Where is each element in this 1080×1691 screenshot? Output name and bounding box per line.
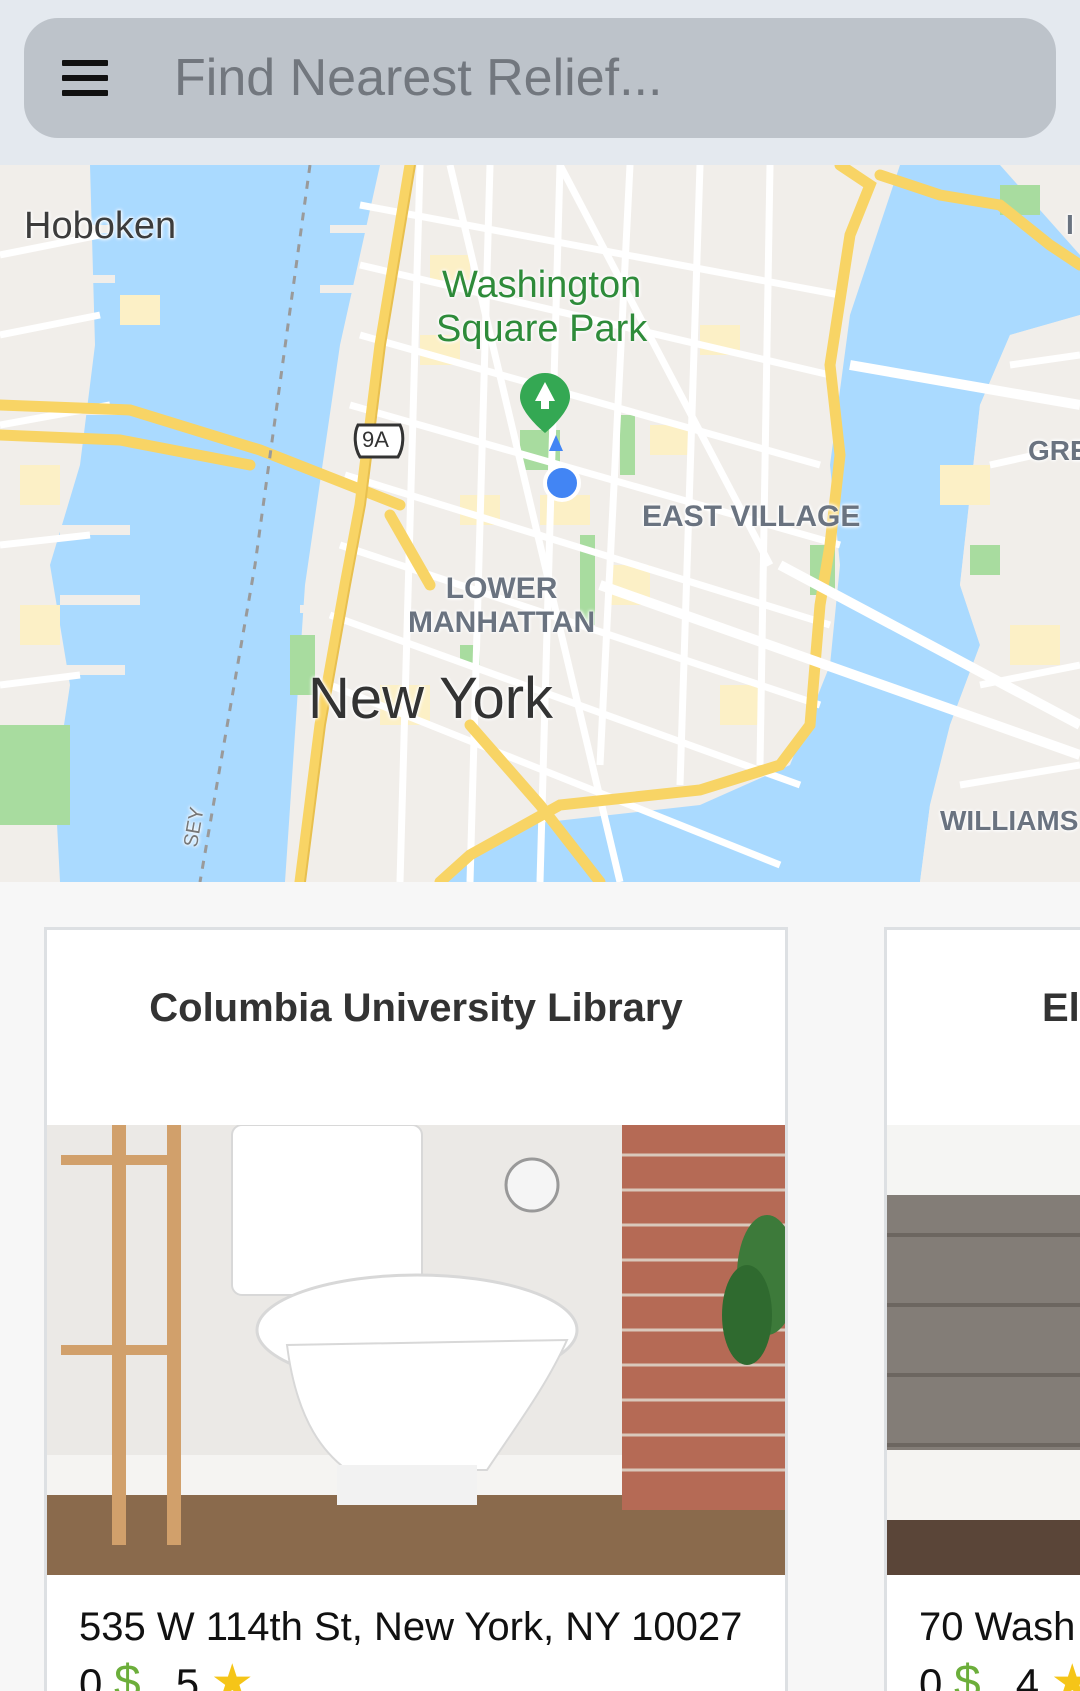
card-cost: 0: [79, 1660, 103, 1691]
map-label-new-york: New York: [308, 666, 554, 731]
card-cost: 0: [919, 1660, 943, 1691]
card-separator: ,: [992, 1660, 1005, 1691]
map-label-route: 9A: [362, 427, 389, 452]
map-label-lower-manhattan: LOWER MANHATTAN: [408, 572, 595, 640]
restroom-photo: [47, 1125, 785, 1575]
map-label-manhattan: MANHATTAN: [408, 606, 596, 639]
top-bar: [0, 0, 1080, 165]
dollar-icon: $: [114, 1656, 141, 1691]
dollar-icon: $: [954, 1656, 981, 1691]
map-label-park-line2: Square Park: [436, 308, 648, 350]
map-view[interactable]: Hoboken Washington Square Park 9A EAST V…: [0, 165, 1080, 882]
map-label-east-village: EAST VILLAGE: [642, 500, 861, 533]
card-title: Elı: [1042, 986, 1080, 1030]
card-title: Columbia University Library: [149, 986, 683, 1030]
result-card[interactable]: Columbia University Library 535 W 114th …: [44, 927, 788, 1691]
map-label-williamsburg: WILLIAMS: [940, 805, 1079, 836]
star-icon: ★: [1051, 1656, 1080, 1691]
card-separator: ,: [152, 1660, 165, 1691]
menu-icon[interactable]: [62, 60, 110, 96]
card-address: 535 W 114th St, New York, NY 10027: [79, 1605, 743, 1649]
map-label-edge: I: [1066, 209, 1074, 240]
card-address: 70 Wash: [919, 1605, 1076, 1649]
map-label-lower: LOWER: [445, 572, 558, 605]
map-label-park: Washington Square Park: [436, 263, 647, 351]
card-rating: 5: [175, 1660, 200, 1691]
search-input[interactable]: [150, 40, 1078, 116]
map-label-greenpoint: GRE: [1028, 435, 1080, 466]
result-card[interactable]: Elı 70 Wash 0 $ , 4 ★: [884, 927, 1080, 1691]
card-rating: 4: [1015, 1660, 1040, 1691]
card-meta: 0 $ , 4 ★: [919, 1654, 1080, 1691]
search-bar[interactable]: [24, 18, 1078, 138]
map-label-hoboken: Hoboken: [24, 205, 177, 247]
map-label-park-line1: Washington: [441, 264, 642, 306]
card-meta: 0 $ , 5 ★: [79, 1654, 254, 1691]
results-carousel[interactable]: Columbia University Library 535 W 114th …: [0, 882, 1080, 1691]
restroom-photo: [887, 1125, 1080, 1575]
star-icon: ★: [210, 1656, 254, 1691]
